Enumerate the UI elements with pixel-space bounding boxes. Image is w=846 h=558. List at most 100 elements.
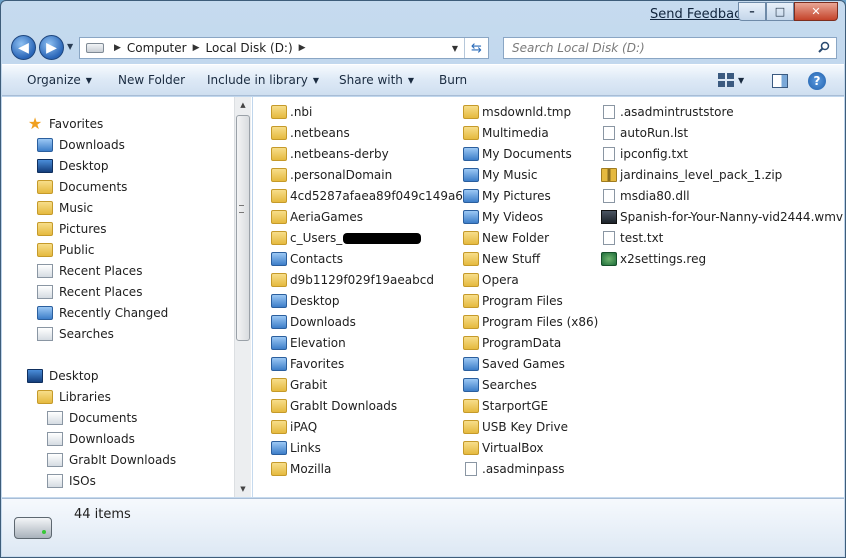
address-history-dropdown[interactable]: ▼	[452, 44, 458, 53]
arrow-right-icon: ▶	[46, 39, 57, 56]
list-item[interactable]: New Stuff	[463, 249, 540, 269]
include-in-library-button[interactable]: Include in library ▼	[207, 73, 319, 87]
list-item[interactable]: Saved Games	[463, 354, 565, 374]
list-item[interactable]: New Folder	[463, 228, 549, 248]
list-item[interactable]: Grabit	[271, 375, 327, 395]
minimize-button[interactable]: –	[738, 2, 766, 21]
list-item[interactable]: Searches	[463, 375, 537, 395]
list-item[interactable]: .netbeans	[271, 123, 350, 143]
list-item[interactable]: VirtualBox	[463, 438, 544, 458]
help-icon[interactable]: ?	[808, 72, 826, 90]
preview-pane-icon[interactable]	[772, 74, 788, 88]
recent-pages-dropdown[interactable]: ▼	[67, 42, 73, 51]
nav-item-label: Music	[59, 201, 94, 215]
new-folder-button[interactable]: New Folder	[118, 73, 185, 87]
nav-item-library-documents[interactable]: Documents	[47, 408, 137, 428]
breadcrumb-separator-icon[interactable]: ▶	[114, 43, 121, 53]
list-item[interactable]: d9b1129f029f19aeabcd	[271, 270, 434, 290]
list-item[interactable]: Spanish-for-Your-Nanny-vid2444.wmv	[601, 207, 843, 227]
folder-icon	[271, 231, 287, 245]
list-item[interactable]: AeriaGames	[271, 207, 363, 227]
breadcrumb-local-disk[interactable]: Local Disk (D:)	[206, 41, 293, 55]
list-item[interactable]: .asadminpass	[463, 459, 565, 479]
address-bar[interactable]: ▶ Computer ▶ Local Disk (D:) ▶ ▼ ⇆	[79, 37, 489, 59]
list-item[interactable]: x2settings.reg	[601, 249, 706, 269]
search-box[interactable]: Search Local Disk (D:)	[503, 37, 837, 59]
scroll-down-arrow-icon[interactable]: ▼	[235, 481, 251, 497]
nav-item-pictures[interactable]: Pictures	[37, 219, 107, 239]
nav-item-searches[interactable]: Searches	[37, 324, 114, 344]
list-item[interactable]: msdownld.tmp	[463, 102, 571, 122]
forward-button[interactable]: ▶	[39, 35, 64, 60]
list-item[interactable]: Mozilla	[271, 459, 331, 479]
favorites-header[interactable]: ★ Favorites	[27, 114, 103, 134]
change-view-button[interactable]: ▼	[718, 73, 744, 87]
file-icon	[603, 147, 615, 161]
back-button[interactable]: ◀	[11, 35, 36, 60]
navigation-pane-scrollbar[interactable]: ▲ ▼	[234, 97, 251, 497]
list-item[interactable]: .nbi	[271, 102, 312, 122]
scrollbar-thumb[interactable]	[236, 115, 250, 341]
send-feedback-link[interactable]: Send Feedback	[650, 7, 749, 22]
list-item[interactable]: .personalDomain	[271, 165, 392, 185]
list-item[interactable]: msdia80.dll	[601, 186, 690, 206]
list-item[interactable]: 4cd5287afaea89f049c149a6a2	[271, 186, 478, 206]
list-item[interactable]: c_Users_	[271, 228, 422, 248]
list-item[interactable]: Program Files (x86)	[463, 312, 598, 332]
folder-icon	[463, 126, 479, 140]
nav-item-recently-changed[interactable]: Recently Changed	[37, 303, 168, 323]
nav-item-library-grabit-downloads[interactable]: GrabIt Downloads	[47, 450, 176, 470]
list-item[interactable]: My Documents	[463, 144, 572, 164]
nav-item-downloads[interactable]: Downloads	[37, 135, 125, 155]
list-item[interactable]: Elevation	[271, 333, 346, 353]
list-item[interactable]: Contacts	[271, 249, 343, 269]
list-item-label: StarportGE	[482, 399, 549, 413]
list-item[interactable]: autoRun.lst	[601, 123, 688, 143]
list-item[interactable]: Opera	[463, 270, 519, 290]
list-item[interactable]: Desktop	[271, 291, 340, 311]
nav-item-desktop[interactable]: Desktop	[37, 156, 109, 176]
scroll-up-arrow-icon[interactable]: ▲	[235, 97, 251, 113]
nav-item-desktop-root[interactable]: Desktop	[27, 366, 99, 386]
list-item[interactable]: Favorites	[271, 354, 344, 374]
list-item[interactable]: My Videos	[463, 207, 543, 227]
list-item[interactable]: USB Key Drive	[463, 417, 568, 437]
organize-button[interactable]: Organize ▼	[27, 73, 92, 87]
list-item[interactable]: iPAQ	[271, 417, 317, 437]
list-item[interactable]: Program Files	[463, 291, 563, 311]
list-item[interactable]: StarportGE	[463, 396, 548, 416]
list-item[interactable]: My Music	[463, 165, 537, 185]
share-with-button[interactable]: Share with ▼	[339, 73, 414, 87]
maximize-button[interactable]: □	[766, 2, 794, 21]
list-item[interactable]: Links	[271, 438, 321, 458]
list-item[interactable]: .asadmintruststore	[601, 102, 734, 122]
nav-item-library-downloads[interactable]: Downloads	[47, 429, 135, 449]
search-icon[interactable]	[818, 41, 830, 53]
list-item-label: Links	[290, 441, 321, 455]
close-button[interactable]: ✕	[794, 2, 838, 21]
burn-button[interactable]: Burn	[439, 73, 467, 87]
nav-item-recent-places[interactable]: Recent Places	[37, 282, 142, 302]
list-item-label: .personalDomain	[290, 168, 393, 182]
nav-item-library-isos[interactable]: ISOs	[47, 471, 96, 491]
nav-item-public[interactable]: Public	[37, 240, 95, 260]
chevron-down-icon: ▼	[738, 75, 745, 85]
list-item[interactable]: GrabIt Downloads	[271, 396, 397, 416]
list-item[interactable]: ipconfig.txt	[601, 144, 688, 164]
list-item[interactable]: .netbeans-derby	[271, 144, 389, 164]
list-item[interactable]: test.txt	[601, 228, 663, 248]
breadcrumb-separator-icon[interactable]: ▶	[193, 43, 200, 53]
list-item[interactable]: My Pictures	[463, 186, 551, 206]
list-item[interactable]: ProgramData	[463, 333, 561, 353]
breadcrumb-computer[interactable]: Computer	[127, 41, 187, 55]
list-item[interactable]: Downloads	[271, 312, 356, 332]
nav-item-label: Desktop	[59, 159, 109, 173]
refresh-button[interactable]: ⇆	[464, 38, 488, 58]
nav-item-libraries[interactable]: Libraries	[37, 387, 111, 407]
breadcrumb-separator-icon[interactable]: ▶	[299, 43, 306, 53]
list-item[interactable]: Multimedia	[463, 123, 549, 143]
nav-item-recent-places[interactable]: Recent Places	[37, 261, 142, 281]
list-item[interactable]: jardinains_level_pack_1.zip	[601, 165, 782, 185]
nav-item-music[interactable]: Music	[37, 198, 93, 218]
nav-item-documents[interactable]: Documents	[37, 177, 127, 197]
